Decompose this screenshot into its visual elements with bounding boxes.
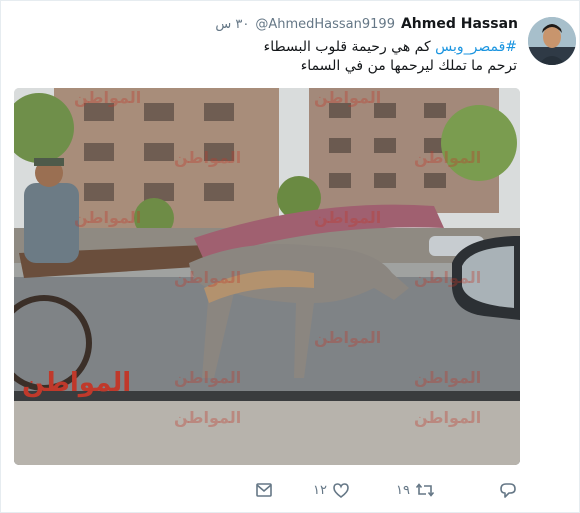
tweet-header: ٣٠ س @AhmedHassan9199 Ahmed Hassan (215, 14, 518, 34)
tweet-actions: ١٢ ١٩ (256, 480, 526, 500)
photo-watermark: المواطن (414, 408, 481, 427)
retweet-icon (415, 483, 434, 497)
tweet-timestamp[interactable]: ٣٠ س (215, 17, 249, 32)
hashtag-link[interactable]: #قمصر_وبس (435, 39, 517, 55)
photo-watermark: المواطن (314, 208, 381, 227)
tweet-photo[interactable]: المواطن المواطن المواطن المواطن المواطن … (14, 88, 520, 465)
photo-watermark: المواطن (414, 268, 481, 287)
photo-watermark: المواطن (174, 408, 241, 427)
avatar[interactable] (528, 17, 576, 65)
heart-icon (333, 482, 349, 498)
tweet-card[interactable]: ٣٠ س @AhmedHassan9199 Ahmed Hassan #قمصر… (0, 0, 580, 513)
author-handle[interactable]: @AhmedHassan9199 (255, 17, 395, 32)
photo-watermark: المواطن (174, 368, 241, 387)
photo-watermark: المواطن (74, 208, 141, 227)
author-name[interactable]: Ahmed Hassan (401, 16, 518, 32)
photo-watermark: المواطن (314, 88, 381, 107)
tweet-text-line-2: ترحم ما تملك ليرحمها من في السماء (300, 58, 517, 74)
direct-message-button[interactable] (256, 480, 272, 500)
photo-watermark: المواطن (174, 268, 241, 287)
like-count: ١٢ (313, 482, 327, 498)
photo-watermark: المواطن (74, 88, 141, 107)
photo-watermark: المواطن (414, 368, 481, 387)
retweet-count: ١٩ (396, 482, 410, 498)
like-button[interactable]: ١٢ (313, 480, 349, 500)
photo-watermark: المواطن (314, 328, 381, 347)
reply-icon (500, 482, 516, 498)
tweet-text: #قمصر_وبس كم هي رحيمة قلوب البسطاء ترحم … (77, 38, 517, 76)
photo-watermark: المواطن (174, 148, 241, 167)
photo-logo: المواطن (22, 368, 131, 398)
photo-watermark: المواطن (414, 148, 481, 167)
reply-button[interactable] (500, 480, 516, 500)
retweet-button[interactable]: ١٩ (396, 480, 434, 500)
tweet-text-part: كم هي رحيمة قلوب البسطاء (263, 39, 436, 55)
tweet-text-line-1: #قمصر_وبس كم هي رحيمة قلوب البسطاء (77, 38, 517, 57)
envelope-icon (256, 483, 272, 497)
